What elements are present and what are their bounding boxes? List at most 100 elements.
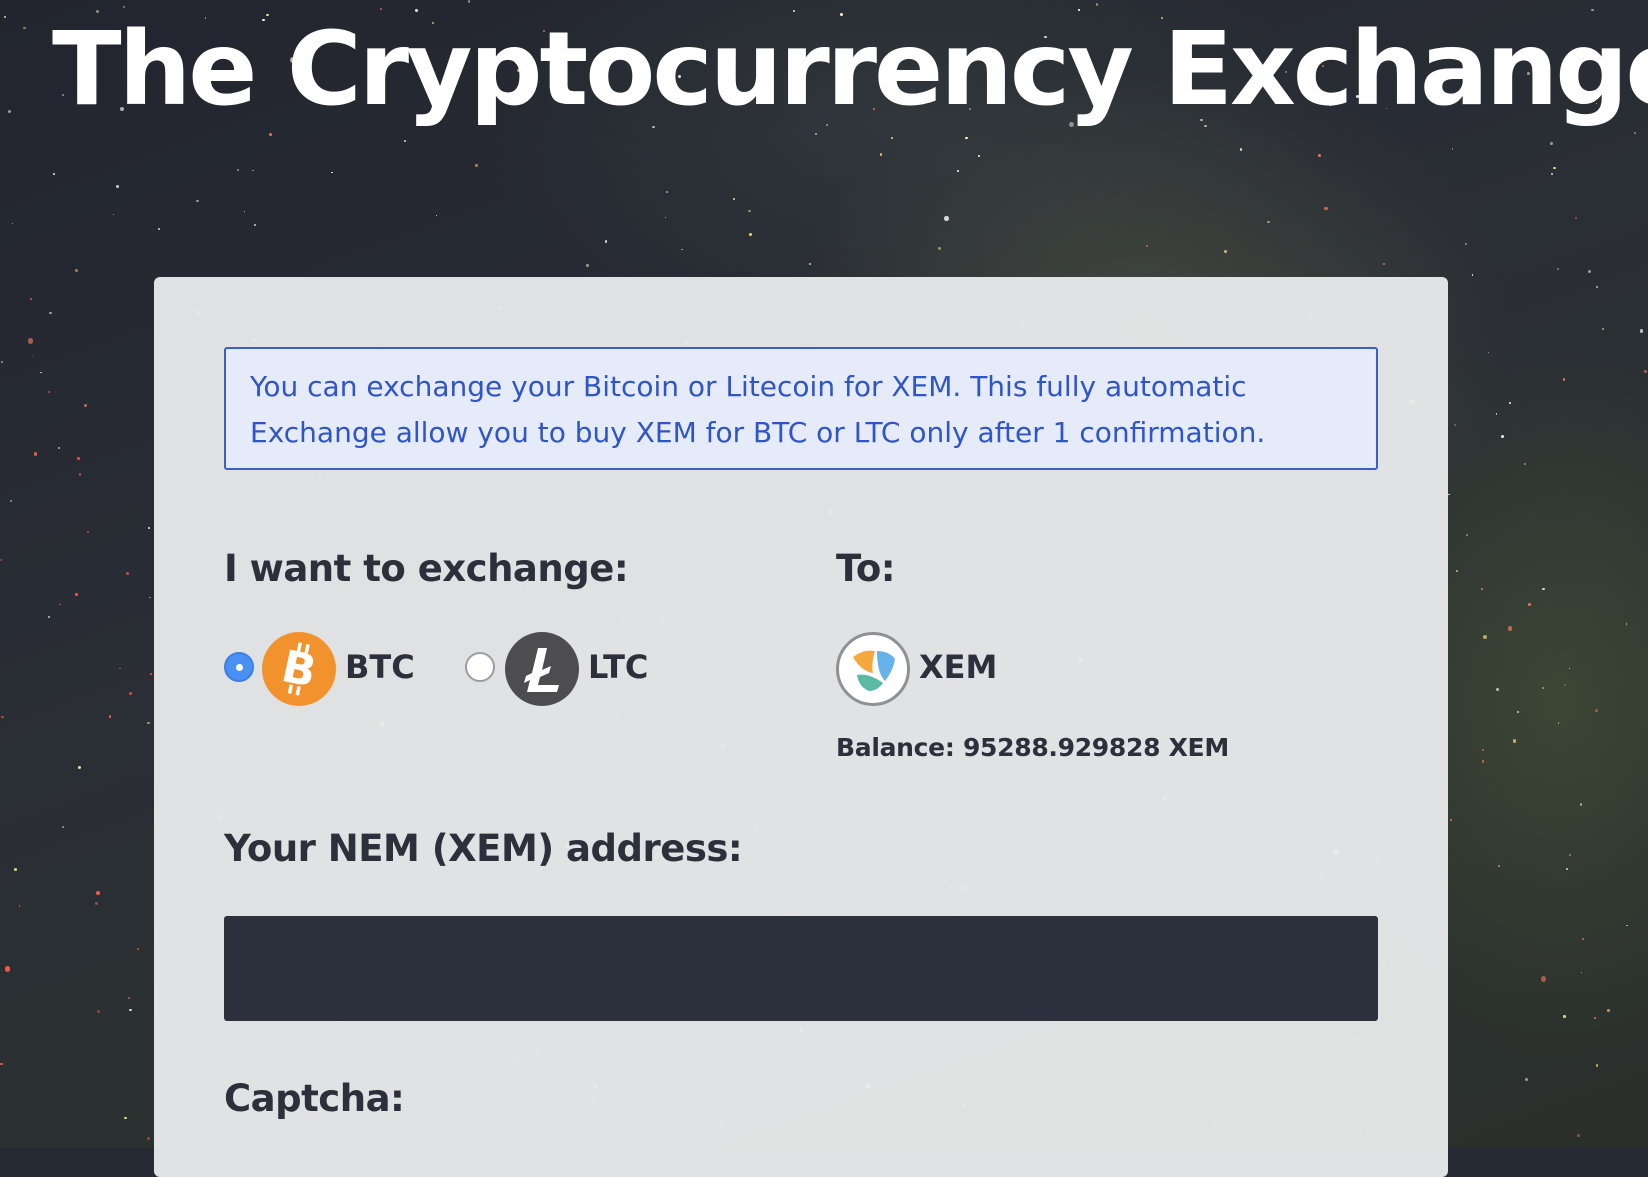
- star: [252, 169, 254, 172]
- xem-balance: Balance: 95288.929828 XEM: [836, 733, 1229, 762]
- star: [78, 473, 81, 476]
- star: [1568, 854, 1571, 857]
- star: [28, 338, 34, 344]
- star: [75, 593, 78, 596]
- star: [237, 168, 239, 171]
- star: [0, 1062, 3, 1066]
- star: [147, 721, 150, 724]
- nem-address-input[interactable]: [224, 916, 1378, 1021]
- star: [1495, 413, 1498, 415]
- star: [1145, 244, 1148, 247]
- xem-option: XEM: [836, 632, 1036, 708]
- star: [879, 153, 883, 156]
- star: [1096, 3, 1099, 6]
- star: [1451, 148, 1454, 151]
- star: [243, 210, 246, 213]
- star: [1593, 1017, 1596, 1020]
- litecoin-icon: [505, 632, 579, 706]
- star: [95, 890, 100, 895]
- exchange-to-label: To:: [836, 547, 896, 590]
- star: [157, 227, 160, 230]
- star: [680, 248, 683, 251]
- star: [269, 133, 273, 137]
- star: [77, 766, 81, 770]
- star: [129, 1008, 132, 1012]
- star: [77, 457, 80, 460]
- star: [1595, 1064, 1599, 1067]
- btc-radio[interactable]: [224, 652, 254, 682]
- star: [33, 452, 38, 456]
- ltc-radio[interactable]: [465, 652, 495, 682]
- star: [1453, 424, 1456, 427]
- star: [330, 171, 333, 174]
- star: [1582, 938, 1584, 940]
- star: [1524, 463, 1527, 466]
- address-label: Your NEM (XEM) address:: [224, 827, 743, 870]
- star: [1577, 1133, 1581, 1137]
- star: [86, 531, 89, 534]
- nem-icon: [836, 632, 910, 706]
- star: [108, 715, 112, 718]
- ltc-option[interactable]: LTC: [465, 632, 655, 708]
- star: [1563, 683, 1567, 687]
- btc-label: BTC: [345, 648, 415, 686]
- star: [119, 667, 122, 670]
- star: [604, 240, 607, 243]
- star: [0, 361, 3, 364]
- star: [1509, 401, 1512, 404]
- star: [891, 137, 894, 139]
- star: [122, 5, 126, 9]
- star: [1595, 709, 1598, 712]
- star: [59, 603, 61, 606]
- star: [1568, 667, 1571, 670]
- star: [1550, 173, 1553, 175]
- star: [1516, 710, 1520, 714]
- star: [53, 173, 56, 175]
- star: [1482, 748, 1485, 752]
- star: [1464, 243, 1467, 246]
- star: [1639, 329, 1644, 334]
- star: [977, 154, 981, 158]
- star: [1644, 370, 1647, 373]
- star: [116, 185, 119, 188]
- star: [0, 559, 2, 561]
- star: [1480, 588, 1483, 590]
- star: [95, 902, 98, 905]
- star: [938, 247, 941, 250]
- star: [1324, 207, 1328, 211]
- star: [47, 391, 50, 394]
- star: [1525, 1078, 1528, 1081]
- star: [1448, 493, 1450, 496]
- star: [1563, 1015, 1566, 1018]
- star: [127, 996, 131, 1000]
- star: [1528, 602, 1531, 606]
- star: [1483, 634, 1488, 639]
- star: [1495, 687, 1499, 691]
- star: [30, 297, 33, 300]
- star: [149, 596, 151, 599]
- star: [1553, 166, 1556, 170]
- btc-option[interactable]: B BTC: [224, 632, 415, 708]
- star: [435, 214, 438, 217]
- star: [112, 213, 115, 216]
- star: [126, 572, 129, 575]
- star: [808, 262, 811, 265]
- star: [149, 673, 152, 675]
- star: [39, 371, 42, 374]
- star: [944, 216, 949, 221]
- star: [124, 1116, 127, 1120]
- star: [1224, 250, 1227, 253]
- star: [1607, 1009, 1610, 1012]
- star: [1481, 759, 1485, 763]
- star: [49, 311, 52, 315]
- star: [1557, 722, 1560, 724]
- star: [4, 16, 7, 19]
- star: [1471, 274, 1474, 276]
- star: [1513, 739, 1517, 743]
- star: [1541, 976, 1547, 982]
- star: [11, 222, 14, 225]
- star: [1501, 435, 1505, 439]
- star: [96, 1009, 101, 1014]
- star: [1550, 142, 1553, 146]
- star: [129, 692, 133, 696]
